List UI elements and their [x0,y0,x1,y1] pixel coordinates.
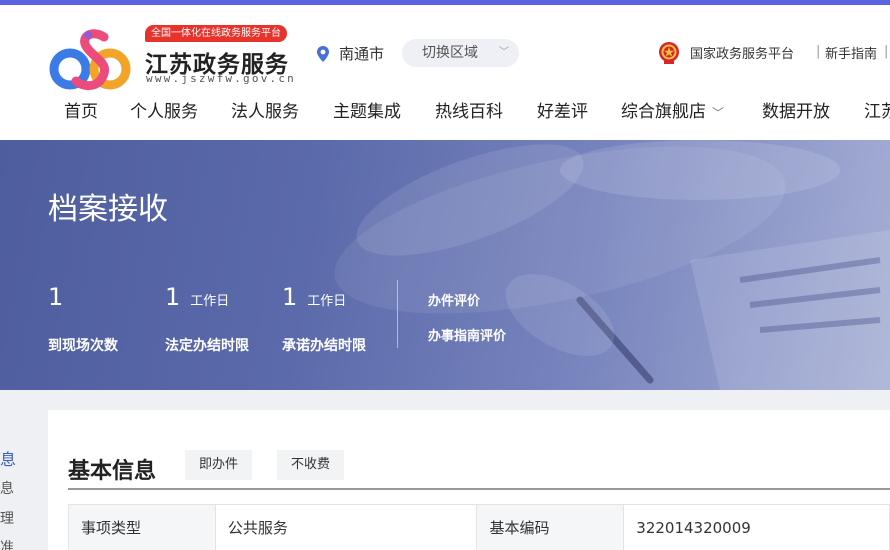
stat-label: 法定办结时限 [165,338,249,354]
tag-immediate: 即办件 [185,450,253,480]
stat-value: 1 [282,283,298,311]
switch-region-label: 切换区域 [422,45,478,61]
table-row: 事项类型 公共服务 基本编码 322014320009 [68,504,890,550]
header-separator: | [816,44,821,59]
case-evaluation-link[interactable]: 办件评价 [428,290,480,309]
nav-item-flagship-label: 综合旗舰店 [621,102,706,122]
current-city: 南通市 [339,45,385,63]
sidebar-item-handling[interactable]: 理 [0,508,14,528]
stat-label: 到现场次数 [48,338,118,354]
table-key: 事项类型 [68,504,216,550]
gov-platform-link[interactable]: 国家政务服务平台 [690,43,794,62]
banner-background-image [334,140,890,390]
stat-promised-time-limit: 1 工作日 承诺办结时限 [282,283,366,354]
nav-item-jiangsu[interactable]: 江苏 [864,97,890,122]
table-key: 基本编码 [476,504,625,550]
site-url: www.jszwfw.gov.cn [146,72,296,85]
nav-item-personal[interactable]: 个人服务 [130,97,198,122]
switch-region-button[interactable]: 切换区域 ﹀ [402,39,519,67]
item-banner: 档案接收 1 到现场次数 1 工作日 法定办结时限 1 工作日 承诺办结时限 办件评… [0,140,890,390]
nav-item-evaluation[interactable]: 好差评 [537,97,588,122]
new-user-guide-link[interactable]: 新手指南 [825,43,877,62]
tag-free: 不收费 [277,450,345,480]
chevron-down-icon: ﹀ [712,106,725,120]
site-logo-icon[interactable] [48,25,134,91]
basic-info-card: 基本信息 即办件 不收费 事项类型 公共服务 基本编码 322014320009 [48,410,890,550]
stat-label: 承诺办结时限 [282,338,366,354]
nav-item-flagship[interactable]: 综合旗舰店 ﹀ [621,97,724,122]
header-separator: | [884,44,889,59]
table-value: 公共服务 [214,504,478,550]
nav-item-theme[interactable]: 主题集成 [333,97,401,122]
sidebar-item-criteria[interactable]: 准 [0,537,14,550]
stat-unit: 工作日 [190,294,230,309]
platform-slogan-badge: 全国一体化在线政务服务平台 [145,25,287,42]
nav-item-open-data[interactable]: 数据开放 [762,97,830,122]
nav-item-legal-person[interactable]: 法人服务 [231,97,299,122]
item-title: 档案接收 [48,192,168,227]
banner-divider [397,280,398,348]
nav-item-home[interactable]: 首页 [64,97,98,122]
site-header: 全国一体化在线政务服务平台 江苏政务服务 www.jszwfw.gov.cn 南… [0,5,890,140]
national-emblem-icon [659,42,679,64]
basic-info-table: 事项类型 公共服务 基本编码 322014320009 [68,504,890,550]
stat-unit: 工作日 [307,294,347,309]
sidebar-item-info[interactable]: 息 [0,478,14,498]
chevron-down-icon: ﹀ [499,47,509,58]
stat-onsite-visits: 1 到现场次数 [48,283,118,354]
guide-evaluation-link[interactable]: 办事指南评价 [428,325,506,344]
main-nav: 首页 个人服务 法人服务 主题集成 热线百科 好差评 综合旗舰店 ﹀ 数据开放 江… [0,97,890,133]
stat-value: 1 [165,283,181,311]
stat-value: 1 [48,283,64,311]
section-divider [68,488,890,490]
sidebar-item-basic-info[interactable]: 息 [0,446,16,470]
stat-legal-time-limit: 1 工作日 法定办结时限 [165,283,249,354]
nav-item-hotline[interactable]: 热线百科 [435,97,503,122]
section-title: 基本信息 [68,459,157,484]
location-pin-icon [317,46,329,62]
table-value: 322014320009 [623,504,890,550]
